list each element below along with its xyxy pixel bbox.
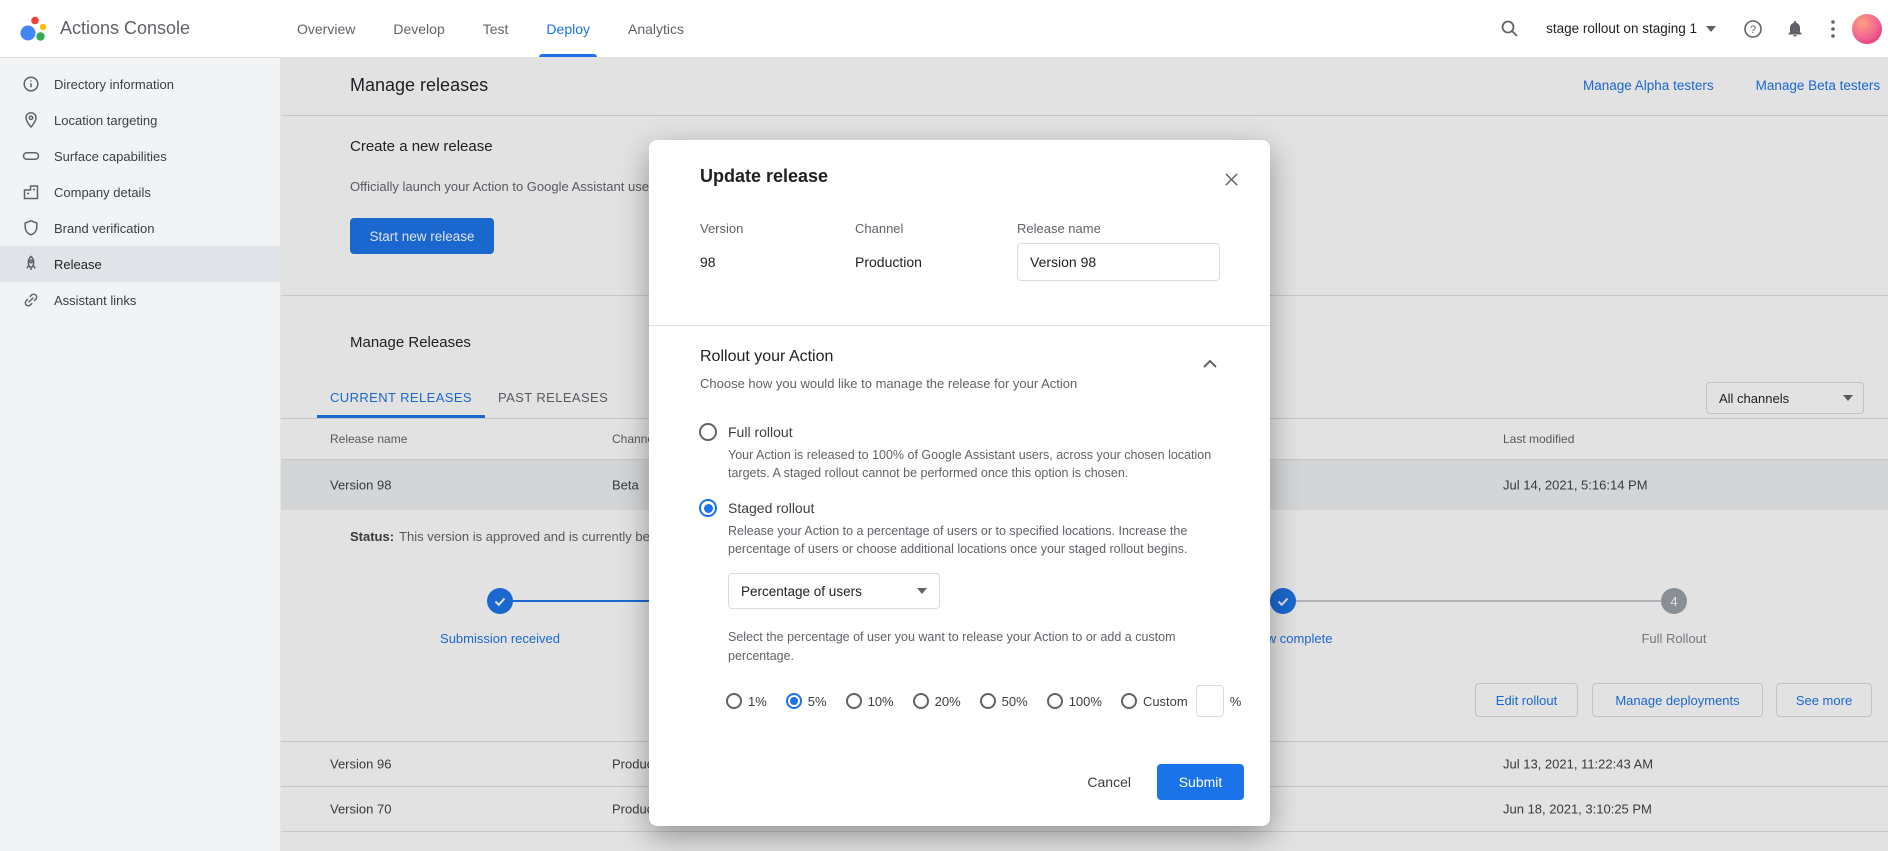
sidebar-item-release[interactable]: Release [0,246,280,282]
radio-icon [913,693,929,709]
percent-option-label: Custom [1143,694,1188,709]
sidebar-item-label: Location targeting [54,113,157,128]
version-value: 98 [700,254,716,270]
percent-option-label: 50% [1002,694,1028,709]
radio-icon [1047,693,1063,709]
full-rollout-description: Your Action is released to 100% of Googl… [728,446,1233,482]
release-name-input[interactable] [1017,243,1220,281]
caret-down-icon [917,588,927,594]
full-rollout-label[interactable]: Full rollout [728,424,793,440]
nav-overview[interactable]: Overview [278,0,374,57]
building-icon [22,183,40,201]
shield-icon [22,219,40,237]
link-icon [22,291,40,309]
caret-down-icon [1706,26,1716,32]
staged-rollout-label[interactable]: Staged rollout [728,500,814,516]
sidebar-item-label: Brand verification [54,221,154,236]
radio-icon [1121,693,1137,709]
sidebar-item-company-details[interactable]: Company details [0,174,280,210]
rocket-release-icon [22,255,40,273]
percent-sign-label: % [1230,694,1242,709]
radio-icon [846,693,862,709]
percent-option-50[interactable]: 50% [980,693,1028,709]
rollout-mode-select[interactable]: Percentage of users [728,573,940,609]
release-name-label: Release name [1017,221,1101,236]
percent-option-custom[interactable]: Custom [1121,693,1188,709]
project-selector-label: stage rollout on staging 1 [1546,21,1697,36]
sidebar-item-surface-capabilities[interactable]: Surface capabilities [0,138,280,174]
channel-value: Production [855,254,922,270]
svg-text:?: ? [1750,24,1756,36]
submit-button[interactable]: Submit [1157,764,1244,800]
app-title: Actions Console [60,18,190,39]
percent-option-20[interactable]: 20% [913,693,961,709]
chevron-up-icon[interactable] [1196,350,1224,378]
close-icon[interactable] [1218,166,1244,192]
percentage-options: 1% 5% 10% 20% 50% 100% Custom % [726,685,1241,717]
sidebar-item-directory-information[interactable]: Directory information [0,66,280,102]
sidebar-item-brand-verification[interactable]: Brand verification [0,210,280,246]
percent-option-label: 5% [808,694,827,709]
sidebar-item-label: Directory information [54,77,174,92]
update-release-dialog: Update release Version Channel Release n… [649,140,1270,826]
topbar: Actions Console Overview Develop Test De… [0,0,1888,58]
help-icon[interactable]: ? [1734,10,1772,48]
rollout-mode-value: Percentage of users [741,584,862,599]
staged-rollout-description: Release your Action to a percentage of u… [728,522,1233,558]
nav-analytics[interactable]: Analytics [609,0,703,57]
top-nav: Overview Develop Test Deploy Analytics [278,0,703,57]
search-icon[interactable] [1490,10,1528,48]
nav-develop[interactable]: Develop [374,0,463,57]
full-rollout-radio[interactable] [699,423,717,441]
custom-percentage-input[interactable] [1196,685,1224,717]
percentage-hint: Select the percentage of user you want t… [728,628,1208,666]
info-icon [22,75,40,93]
location-pin-icon [22,111,40,129]
radio-icon [726,693,742,709]
channel-label: Channel [855,221,903,236]
percent-option-10[interactable]: 10% [846,693,894,709]
user-avatar[interactable] [1852,14,1882,44]
sidebar-item-label: Assistant links [54,293,136,308]
staged-rollout-radio[interactable] [699,499,717,517]
cancel-button[interactable]: Cancel [1071,766,1147,798]
notifications-bell-icon[interactable] [1776,10,1814,48]
percent-option-100[interactable]: 100% [1047,693,1102,709]
capsule-icon [22,147,40,165]
nav-deploy[interactable]: Deploy [527,0,609,57]
more-options-kebab-icon[interactable] [1818,10,1848,48]
nav-test[interactable]: Test [464,0,528,57]
radio-icon [980,693,996,709]
percent-option-label: 100% [1069,694,1102,709]
sidebar: Directory information Location targeting… [0,58,281,851]
brand: Actions Console [18,14,266,44]
percent-option-1[interactable]: 1% [726,693,767,709]
radio-checked-icon [786,693,802,709]
sidebar-item-label: Company details [54,185,151,200]
actions-console-logo-icon [18,14,48,44]
rollout-section-subtitle: Choose how you would like to manage the … [700,376,1077,391]
topbar-actions: stage rollout on staging 1 ? [1490,10,1888,48]
sidebar-item-assistant-links[interactable]: Assistant links [0,282,280,318]
percent-option-label: 20% [935,694,961,709]
divider [649,325,1270,326]
sidebar-item-location-targeting[interactable]: Location targeting [0,102,280,138]
percent-option-label: 1% [748,694,767,709]
sidebar-item-label: Surface capabilities [54,149,167,164]
project-selector[interactable]: stage rollout on staging 1 [1546,21,1716,36]
dialog-title: Update release [700,166,828,187]
version-label: Version [700,221,743,236]
sidebar-item-label: Release [54,257,102,272]
percent-option-label: 10% [868,694,894,709]
percent-option-5[interactable]: 5% [786,693,827,709]
dialog-footer: Cancel Submit [1071,764,1244,800]
rollout-section-title: Rollout your Action [700,348,833,366]
